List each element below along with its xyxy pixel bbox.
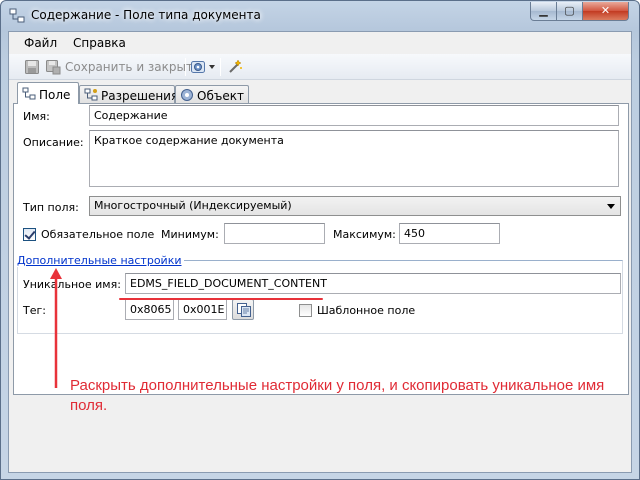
tab-permissions[interactable]: Разрешения [79, 85, 179, 104]
chevron-down-icon[interactable] [209, 65, 215, 69]
field-type-label: Тип поля: [23, 201, 79, 214]
tab-strip: Поле Разрешения Объект [13, 82, 629, 104]
name-input[interactable]: Содержание [89, 105, 619, 126]
required-label[interactable]: Обязательное поле [41, 228, 154, 241]
tab-object-label: Объект [197, 89, 244, 103]
minimize-button[interactable]: ▁ [530, 2, 557, 21]
copy-icon [237, 303, 251, 317]
arrow-up-icon [50, 268, 62, 388]
wand-icon[interactable] [227, 59, 243, 75]
tag-input-1[interactable]: 0x8065 [125, 299, 174, 320]
unique-name-highlight [119, 298, 323, 300]
field-type-select[interactable]: Многострочный (Индексируемый) [89, 196, 621, 216]
advanced-settings-group [17, 260, 623, 334]
save-and-close-button[interactable]: Сохранить и закрыть [65, 60, 200, 74]
save-icon[interactable] [24, 59, 40, 75]
close-button[interactable]: ✕ [583, 2, 629, 21]
window-title: Содержание - Поле типа документа [31, 8, 261, 22]
copy-tag-button[interactable] [232, 299, 254, 320]
menu-file[interactable]: Файл [24, 36, 57, 50]
app-window: Содержание - Поле типа документа ▁ ▢ ✕ Ф… [0, 0, 640, 480]
tab-permissions-label: Разрешения [101, 89, 179, 103]
maximum-label: Максимум: [333, 228, 396, 241]
permissions-icon [84, 88, 98, 101]
name-label: Имя: [23, 110, 50, 123]
annotation-text: Раскрыть дополнительные настройки у поля… [70, 377, 605, 414]
save-close-icon[interactable] [45, 59, 61, 75]
minimum-label: Минимум: [161, 228, 219, 241]
toolbar: Сохранить и закрыть [9, 54, 631, 80]
minimum-input[interactable] [224, 223, 325, 244]
description-label: Описание: [23, 136, 84, 149]
toolbar-separator [185, 58, 186, 76]
tab-field[interactable]: Поле [17, 82, 79, 104]
template-field-label[interactable]: Шаблонное поле [317, 304, 415, 317]
template-field-checkbox[interactable] [299, 304, 312, 317]
tab-field-label: Поле [39, 88, 71, 102]
toolbar-separator [220, 58, 221, 76]
menu-help[interactable]: Справка [73, 36, 126, 50]
maximize-button[interactable]: ▢ [557, 2, 583, 21]
description-input[interactable]: Краткое содержание документа [89, 130, 619, 187]
required-checkbox[interactable] [23, 228, 36, 241]
menu-bar: Файл Справка [9, 32, 631, 54]
unique-name-label: Уникальное имя: [23, 278, 121, 291]
field-type-value: Многострочный (Индексируемый) [94, 199, 292, 212]
object-icon [181, 89, 193, 101]
unique-name-input[interactable]: EDMS_FIELD_DOCUMENT_CONTENT [125, 273, 621, 294]
tag-input-2[interactable]: 0x001E [178, 299, 227, 320]
chevron-down-icon [607, 204, 615, 209]
field-icon [22, 87, 36, 100]
print-icon[interactable] [190, 59, 206, 75]
maximum-input[interactable]: 450 [399, 223, 500, 244]
tag-label: Тег: [23, 304, 46, 317]
app-icon [9, 8, 25, 23]
title-bar[interactable]: Содержание - Поле типа документа ▁ ▢ ✕ [1, 1, 639, 31]
advanced-settings-link[interactable]: Дополнительные настройки [17, 254, 184, 267]
tab-object[interactable]: Объект [175, 85, 249, 104]
